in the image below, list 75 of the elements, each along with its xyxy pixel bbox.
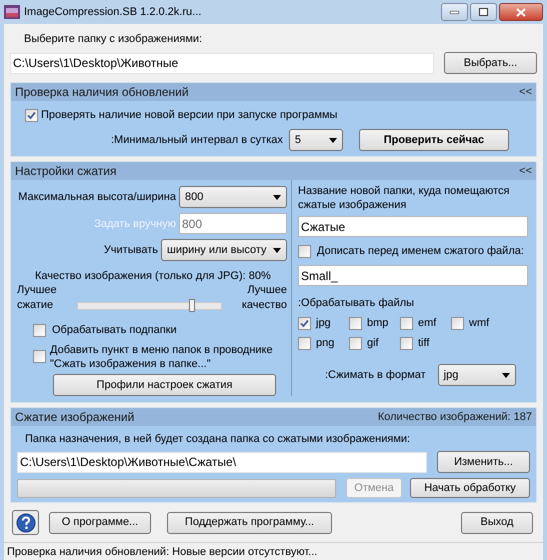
minimize-icon — [450, 10, 459, 14]
checkbox-label: Обрабатывать подпапки — [52, 323, 177, 337]
close-button[interactable] — [499, 3, 543, 21]
checkbox-label: Добавить пункт в меню папок в проводнике "Сжать изображения в папке..." — [50, 343, 273, 371]
format-label: :Сжимать в формат — [325, 368, 426, 382]
checkbox[interactable] — [298, 336, 311, 350]
consider-label: Учитывать — [104, 243, 158, 257]
max-size-label: Максимальная высота/ширина — [18, 190, 176, 204]
help-icon — [16, 512, 36, 532]
checkbox-label: jpg — [316, 316, 331, 330]
checkbox[interactable] — [33, 350, 46, 363]
checkbox-label: tiff — [418, 336, 430, 350]
quality-label: Качество изображения (только для JPG): 80% — [35, 269, 272, 283]
checkbox-label: emf — [418, 316, 436, 330]
checkbox[interactable] — [25, 108, 38, 122]
image-count: Количество изображений: 187 — [378, 410, 532, 424]
exit-button[interactable]: Выход — [461, 512, 533, 534]
help-button[interactable] — [12, 510, 39, 535]
best-compression-label: Лучшее сжатие — [17, 283, 57, 313]
dropdown-arrow-icon — [273, 248, 281, 252]
consider-dropdown[interactable]: ширину или высоту — [161, 239, 287, 261]
about-button[interactable]: О программе... — [49, 512, 151, 534]
status-text: Проверка наличия обновлений: Новые версии отсутствуют... — [7, 544, 318, 558]
panel-title: Проверка наличия обновлений — [15, 85, 189, 99]
max-size-dropdown[interactable]: 800 — [179, 186, 287, 208]
manual-size-label: Задать вручную — [94, 216, 176, 230]
maximize-button[interactable] — [470, 3, 497, 21]
folder-name-field[interactable]: Сжатые — [298, 216, 528, 237]
quality-slider[interactable] — [76, 302, 222, 310]
checkbox[interactable] — [33, 324, 46, 336]
checkbox[interactable] — [400, 336, 413, 350]
destination-field[interactable]: C:\Users\1\Desktop\Животные\Сжатые\ — [17, 452, 427, 472]
best-quality-label: Лучшее качество — [242, 283, 287, 313]
interval-dropdown[interactable]: 5 — [288, 129, 343, 151]
dropdown-arrow-icon — [502, 372, 510, 378]
prefix-field[interactable]: Small_ — [298, 265, 528, 286]
window-title: ImageCompression.SB 1.2.0.2k.ru... — [24, 5, 202, 19]
folder-path-field[interactable]: C:\Users\1\Desktop\Животные — [10, 52, 434, 74]
dropdown-arrow-icon — [273, 194, 281, 200]
format-dropdown[interactable]: jpg — [438, 364, 516, 386]
folder-label: Выберите папку с изображениями: — [24, 32, 204, 46]
app-icon — [4, 4, 20, 20]
checkbox-label: png — [316, 336, 334, 350]
checkbox[interactable] — [451, 316, 464, 330]
checkbox[interactable] — [349, 316, 362, 330]
slider-thumb[interactable] — [189, 299, 196, 312]
checkbox-label: gif — [367, 336, 379, 350]
checkbox-label: wmf — [469, 316, 490, 330]
checkbox-label: Дописать перед именем сжатого файла: — [317, 244, 524, 258]
checkbox[interactable] — [298, 316, 311, 330]
checkbox[interactable] — [400, 316, 413, 330]
start-button[interactable]: Начать обработку — [410, 478, 530, 498]
folder-name-label: Название новой папки, куда помещаются сжатые изображения — [298, 184, 511, 212]
dropdown-arrow-icon — [328, 138, 337, 142]
browse-button[interactable]: Выбрать... — [444, 52, 537, 74]
checkbox-label: bmp — [367, 316, 388, 330]
collapse-button[interactable]: << — [519, 85, 532, 99]
minimize-button[interactable] — [441, 3, 468, 21]
file-types-label: :Обрабатывать файлы — [298, 296, 416, 310]
close-icon — [516, 8, 526, 16]
checkmark-icon — [300, 318, 309, 328]
maximize-icon — [479, 8, 488, 16]
profiles-button[interactable]: Профили настроек сжатия — [53, 374, 276, 396]
collapse-button[interactable]: << — [519, 164, 532, 178]
checkbox[interactable] — [349, 336, 362, 350]
checkbox[interactable] — [298, 244, 311, 258]
destination-label: Папка назначения, в ней будет создана папка со сжатыми изображениями: — [25, 432, 412, 446]
support-button[interactable]: Поддержать программу... — [167, 512, 332, 534]
check-now-button[interactable]: Проверить сейчас — [358, 129, 509, 151]
checkbox-label: Проверять наличие новой версии при запуске программы — [41, 108, 338, 122]
panel-title: Сжатие изображений — [15, 410, 134, 424]
panel-title: Настройки сжатия — [15, 164, 116, 178]
change-button[interactable]: Изменить... — [437, 451, 530, 473]
checkmark-icon — [27, 110, 36, 120]
interval-label: :Минимальный интервал в сутках — [111, 133, 283, 147]
